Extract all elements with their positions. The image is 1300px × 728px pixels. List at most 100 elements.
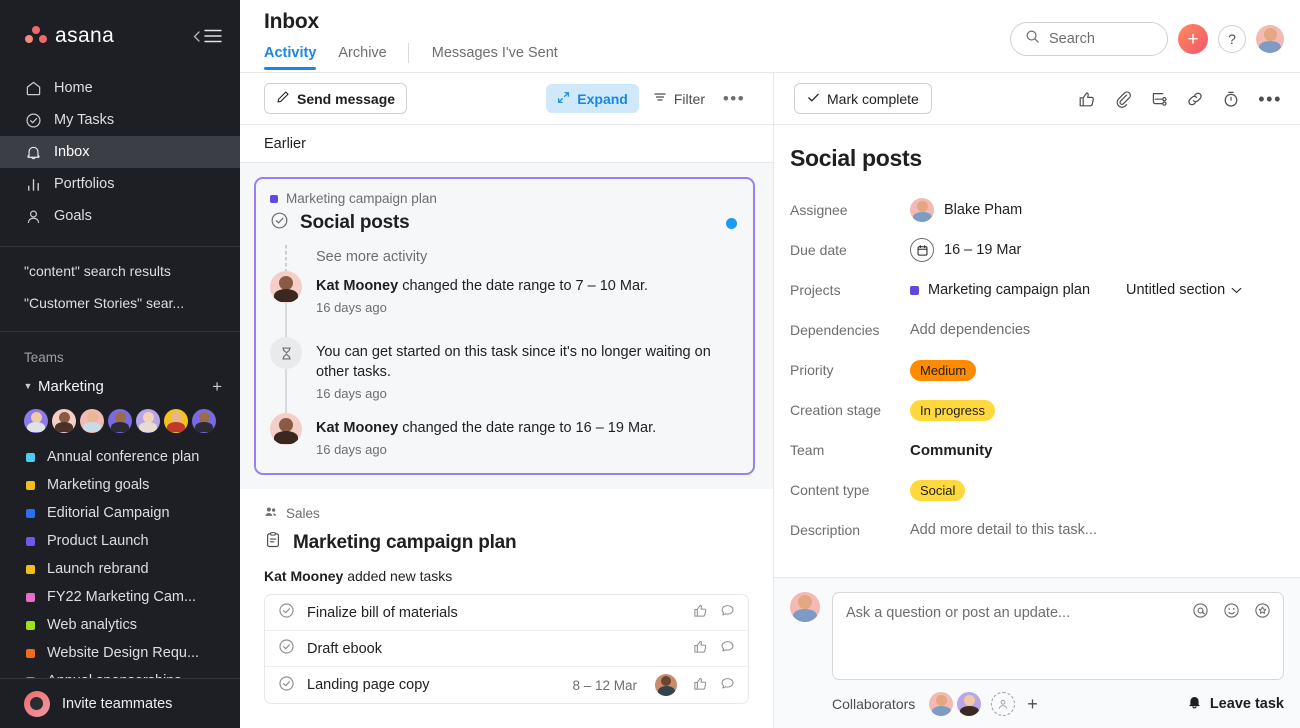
avatar[interactable] [929,692,954,716]
avatar[interactable] [52,409,76,433]
due-date-value[interactable]: 16 – 19 Mar [910,238,1021,262]
avatar[interactable] [655,674,677,696]
inbox-item-sales[interactable]: Sales Marketing campaign plan Kat Mooney… [240,489,773,704]
complete-task-icon[interactable] [278,638,295,659]
avatar[interactable] [108,409,132,433]
sales-project-row[interactable]: Marketing campaign plan [264,531,749,554]
avatar[interactable] [790,592,820,622]
inbox-card-wrapper: Marketing campaign plan Social posts See… [240,163,773,489]
like-icon[interactable] [1078,90,1096,108]
sidebar-item-my-tasks[interactable]: My Tasks [0,104,240,136]
detail-task-title[interactable]: Social posts [790,145,1276,172]
avatar[interactable] [136,409,160,433]
like-icon[interactable] [693,639,708,658]
profile-avatar[interactable] [1256,25,1284,53]
leave-task-button[interactable]: Leave task [1187,694,1284,714]
status-badge[interactable]: Social [910,479,966,501]
link-icon[interactable] [1186,90,1204,108]
task-row[interactable]: Finalize bill of materials [265,595,748,631]
mark-complete-button[interactable]: Mark complete [794,83,932,114]
expand-button[interactable]: Expand [546,84,639,113]
like-icon[interactable] [693,676,708,695]
create-button[interactable]: + [1178,24,1208,54]
add-dependencies-link[interactable]: Add dependencies [910,322,1030,338]
team-value[interactable]: Community [910,442,993,459]
add-to-team-button[interactable]: + [212,378,222,395]
dependencies-value[interactable]: Add dependencies [910,322,1030,338]
project-item[interactable]: Website Design Requ... [0,639,240,667]
more-icon[interactable]: ••• [1258,90,1282,108]
creation-stage-value[interactable]: In progress [910,399,996,421]
inbox-scroll-area[interactable]: Earlier Marketing campaign plan Social p… [240,125,773,728]
mark-complete-label: Mark complete [827,90,919,107]
project-item[interactable]: Web analytics [0,611,240,639]
team-marketing-header[interactable]: ▼ Marketing + [0,371,240,401]
project-item[interactable]: Editorial Campaign [0,499,240,527]
see-more-activity-row[interactable]: See more activity [270,245,737,271]
status-badge[interactable]: Medium [910,359,977,381]
avatar[interactable] [270,413,302,445]
help-button[interactable]: ? [1218,25,1246,53]
avatar[interactable] [910,198,934,222]
avatar[interactable] [164,409,188,433]
project-item[interactable]: Annual conference plan [0,443,240,471]
tab-divider [407,43,409,63]
section-select[interactable]: Untitled section [1126,282,1242,298]
saved-search-customer-stories[interactable]: "Customer Stories" sear... [0,287,240,319]
avatar[interactable] [24,409,48,433]
project-chip[interactable]: Marketing campaign plan [910,282,1090,298]
status-badge[interactable]: In progress [910,399,996,421]
emoji-icon[interactable] [1223,602,1240,624]
sticker-icon[interactable] [1254,602,1271,624]
complete-task-icon[interactable] [278,602,295,623]
add-collaborator-avatar[interactable] [991,692,1016,716]
project-item[interactable]: FY22 Marketing Cam... [0,583,240,611]
subtask-icon[interactable] [1150,90,1168,108]
task-row[interactable]: Landing page copy 8 – 12 Mar [265,667,748,703]
like-icon[interactable] [693,603,708,622]
send-message-button[interactable]: Send message [264,83,408,114]
saved-searches: "content" search results "Customer Stori… [0,255,240,323]
comment-icon[interactable] [720,639,735,658]
task-row[interactable]: Draft ebook [265,631,748,667]
see-more-activity-link[interactable]: See more activity [316,245,427,265]
question-mark-icon: ? [1228,31,1236,47]
add-collaborator-button[interactable]: + [1027,695,1038,713]
sidebar-item-home[interactable]: Home [0,72,240,104]
comment-icon[interactable] [720,676,735,695]
inbox-card-social-posts[interactable]: Marketing campaign plan Social posts See… [254,177,755,475]
asana-logo[interactable]: asana [24,24,114,48]
comment-icon[interactable] [720,603,735,622]
description-value[interactable]: Add more detail to this task... [910,522,1097,538]
tab-archive[interactable]: Archive [327,45,397,70]
mention-icon[interactable] [1192,602,1209,624]
saved-search-content[interactable]: "content" search results [0,255,240,287]
filter-button[interactable]: Filter [643,84,715,113]
content-type-value[interactable]: Social [910,479,966,501]
assignee-value[interactable]: Blake Pham [910,198,1022,222]
description-placeholder[interactable]: Add more detail to this task... [910,522,1097,538]
project-item[interactable]: Marketing goals [0,471,240,499]
invite-teammates-button[interactable]: Invite teammates [0,678,240,728]
project-item[interactable]: Launch rebrand [0,555,240,583]
avatar[interactable] [192,409,216,433]
complete-task-icon[interactable] [270,211,289,235]
sidebar-item-inbox[interactable]: Inbox [0,136,240,168]
timer-icon[interactable] [1222,90,1240,108]
tab-activity[interactable]: Activity [264,45,327,70]
priority-value[interactable]: Medium [910,359,977,381]
avatar[interactable] [270,271,302,303]
search-input[interactable]: Search [1010,22,1168,56]
comment-input[interactable]: Ask a question or post an update... [832,592,1284,680]
complete-task-icon[interactable] [278,675,295,696]
card-project[interactable]: Marketing campaign plan [270,191,737,206]
sidebar-item-goals[interactable]: Goals [0,200,240,232]
attachment-icon[interactable] [1114,90,1132,108]
project-item[interactable]: Product Launch [0,527,240,555]
collapse-menu-icon[interactable] [193,29,222,43]
avatar[interactable] [957,692,982,716]
tab-messages-ive-sent[interactable]: Messages I've Sent [421,45,569,70]
sidebar-item-portfolios[interactable]: Portfolios [0,168,240,200]
avatar[interactable] [80,409,104,433]
inbox-more-button[interactable]: ••• [719,84,749,113]
